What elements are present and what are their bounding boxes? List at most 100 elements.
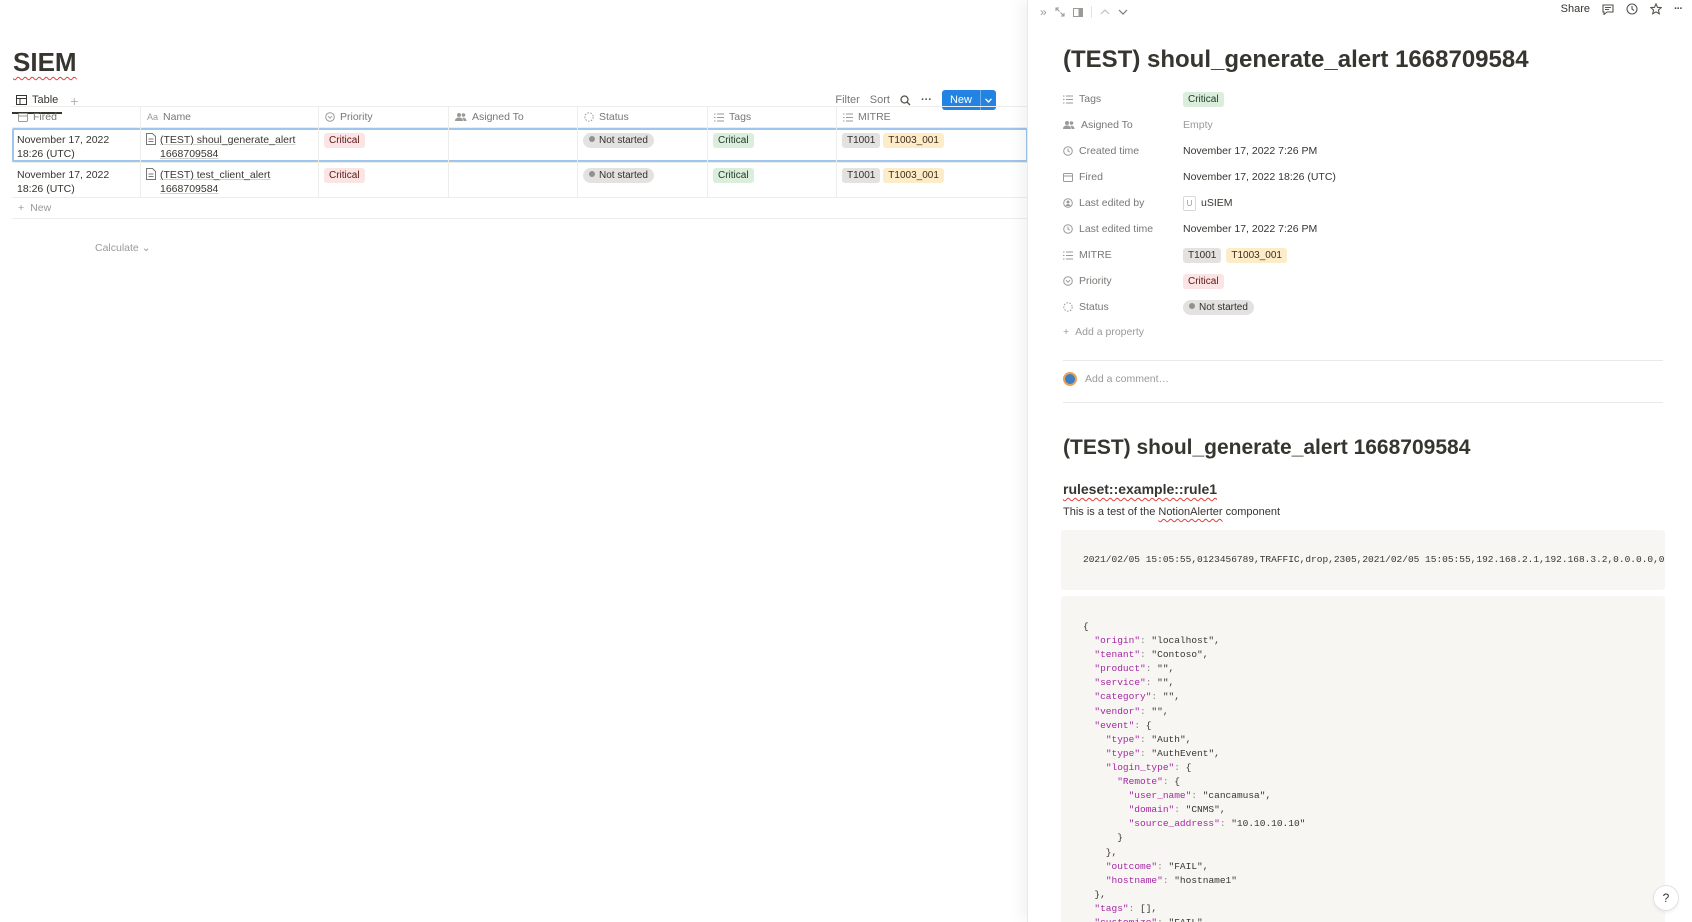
mitre-badge: T1003_001 (883, 133, 944, 148)
database-view: SIEM Table + Filter Sort ··· New Fired A… (0, 0, 1028, 922)
table-row[interactable]: November 17, 2022 18:26 (UTC) (TEST) sho… (12, 128, 1028, 163)
column-header-name[interactable]: Aa Name (141, 107, 319, 127)
cell-mitre[interactable]: T1001 T1003_001 (837, 128, 1008, 162)
property-tags[interactable]: Tags Critical (1063, 86, 1663, 112)
code-line: "product": "", (1094, 663, 1175, 675)
property-mitre[interactable]: MITRE T1001 T1003_001 (1063, 242, 1663, 268)
select-icon (1063, 276, 1073, 286)
close-peek-icon[interactable]: » (1040, 5, 1047, 19)
code-line: "tenant": "Contoso", (1094, 649, 1209, 661)
cell-priority[interactable]: Critical (319, 163, 449, 197)
sort-button[interactable]: Sort (870, 94, 890, 106)
cell-name[interactable]: (TEST) shoul_generate_alert 1668709584 (141, 128, 319, 162)
cell-status[interactable]: Not started (578, 163, 708, 197)
property-list: Tags Critical Asigned To Empty Created t… (1063, 86, 1663, 344)
code-line: "domain": "CNMS", (1128, 804, 1226, 816)
status-badge: Not started (583, 133, 654, 148)
more-options-button[interactable]: ··· (921, 94, 932, 106)
peek-page-title[interactable]: (TEST) shoul_generate_alert 1668709584 (1063, 46, 1529, 74)
code-line: "Remote": { (1117, 776, 1180, 788)
tag-badge: Critical (1183, 91, 1224, 107)
more-icon[interactable]: ··· (1674, 3, 1683, 15)
people-icon (1063, 120, 1075, 130)
add-row-button[interactable]: + New (12, 198, 1028, 219)
property-fired[interactable]: Fired November 17, 2022 18:26 (UTC) (1063, 164, 1663, 190)
code-line: "customize": "FAIL" (1083, 916, 1643, 922)
clock-icon (1063, 146, 1073, 156)
code-line: "tags": [], (1094, 902, 1158, 914)
cell-name[interactable]: (TEST) test_client_alert 1668709584 (141, 163, 319, 197)
column-header-assigned-to[interactable]: Asigned To (449, 107, 578, 127)
priority-badge: Critical (324, 168, 365, 183)
property-created-time[interactable]: Created time November 17, 2022 7:26 PM (1063, 138, 1663, 164)
divider (1090, 6, 1092, 18)
help-button[interactable]: ? (1654, 886, 1678, 910)
code-line: "user_name": "cancamusa", (1128, 790, 1272, 802)
cell-priority[interactable]: Critical (319, 128, 449, 162)
property-status[interactable]: Status Not started (1063, 294, 1663, 320)
code-line: "origin": "localhost", (1094, 635, 1220, 647)
code-line: "outcome": "FAIL", (1105, 860, 1209, 872)
column-header-tags[interactable]: Tags (708, 107, 837, 127)
status-icon (1063, 302, 1073, 312)
comment-input[interactable]: Add a comment… (1063, 372, 1169, 386)
select-icon (325, 112, 335, 122)
cell-assigned-to[interactable] (449, 163, 578, 197)
cell-fired[interactable]: November 17, 2022 18:26 (UTC) (12, 128, 141, 162)
status-dot-icon (589, 136, 595, 142)
property-value: November 17, 2022 18:26 (UTC) (1183, 171, 1336, 183)
json-code-block[interactable]: { "origin": "localhost", "tenant": "Cont… (1061, 596, 1665, 922)
search-icon[interactable] (900, 94, 911, 106)
peek-mode-icon[interactable] (1072, 7, 1083, 17)
text-icon: Aa (147, 112, 159, 122)
property-last-edited-time[interactable]: Last edited time November 17, 2022 7:26 … (1063, 216, 1663, 242)
comment-icon[interactable] (1602, 3, 1614, 15)
log-code-block[interactable]: 2021/02/05 15:05:55,0123456789,TRAFFIC,d… (1061, 530, 1665, 590)
table-row[interactable]: November 17, 2022 18:26 (UTC) (TEST) tes… (12, 163, 1028, 198)
cell-tags[interactable]: Critical (708, 128, 837, 162)
chevron-down-icon[interactable] (1118, 9, 1128, 15)
rule-heading: ruleset::example::rule1 (1063, 481, 1218, 497)
filter-button[interactable]: Filter (835, 94, 859, 106)
cell-fired[interactable]: November 17, 2022 18:26 (UTC) (12, 163, 141, 197)
row-title[interactable]: (TEST) test_client_alert 1668709584 (160, 168, 313, 195)
calendar-icon (1063, 172, 1073, 182)
status-badge: Not started (583, 168, 654, 183)
cell-mitre[interactable]: T1001 T1003_001 (837, 163, 1008, 197)
page-title: SIEM (13, 47, 77, 77)
avatar (1063, 372, 1077, 386)
chevron-up-icon[interactable] (1100, 9, 1110, 15)
code-line: "type": "Auth", (1105, 733, 1192, 745)
calculate-button[interactable]: Calculate ⌄ (95, 242, 151, 254)
column-header-priority[interactable]: Priority (319, 107, 449, 127)
share-button[interactable]: Share (1561, 3, 1590, 15)
expand-icon[interactable] (1055, 7, 1065, 17)
code-line: "type": "AuthEvent", (1105, 747, 1220, 759)
clock-icon[interactable] (1626, 3, 1638, 15)
column-header-fired[interactable]: Fired (12, 107, 141, 127)
property-value: November 17, 2022 7:26 PM (1183, 145, 1318, 157)
property-assigned-to[interactable]: Asigned To Empty (1063, 112, 1663, 138)
star-icon[interactable] (1650, 3, 1662, 15)
code-line: "category": "", (1094, 691, 1180, 703)
row-title[interactable]: (TEST) shoul_generate_alert 1668709584 (160, 133, 313, 160)
code-line: } (1083, 832, 1123, 844)
mitre-badge: T1003_001 (1226, 247, 1287, 263)
code-line: }, (1083, 888, 1106, 900)
code-line: "event": { (1094, 719, 1152, 731)
add-property-button[interactable]: + Add a property (1063, 320, 1663, 344)
cell-status[interactable]: Not started (578, 128, 708, 162)
property-last-edited-by[interactable]: Last edited by UuSIEM (1063, 190, 1663, 216)
cell-tags[interactable]: Critical (708, 163, 837, 197)
list-icon (843, 113, 853, 122)
column-header-status[interactable]: Status (578, 107, 708, 127)
property-priority[interactable]: Priority Critical (1063, 268, 1663, 294)
column-header-mitre[interactable]: MITRE (837, 107, 1008, 127)
table-icon (16, 95, 27, 105)
divider (1063, 402, 1663, 403)
side-peek: » Share ··· (TEST) shoul_generate_alert … (1028, 0, 1692, 922)
body-heading: (TEST) shoul_generate_alert 1668709584 (1063, 436, 1471, 459)
cell-assigned-to[interactable] (449, 128, 578, 162)
property-value: November 17, 2022 7:26 PM (1183, 223, 1318, 235)
person-icon (1063, 198, 1073, 208)
